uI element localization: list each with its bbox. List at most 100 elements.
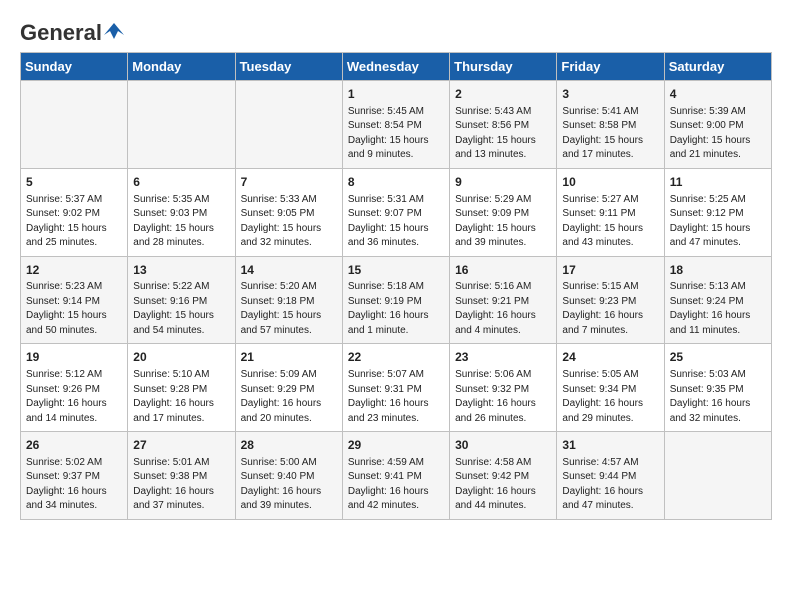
col-header-thursday: Thursday xyxy=(450,53,557,81)
day-number: 29 xyxy=(348,437,444,454)
calendar-cell: 22Sunrise: 5:07 AM Sunset: 9:31 PM Dayli… xyxy=(342,344,449,432)
calendar-cell: 7 Sunrise: 5:33 AM Sunset: 9:05 PM Daylig… xyxy=(235,168,342,256)
day-number: 30 xyxy=(455,437,551,454)
calendar-cell: 1Sunrise: 5:45 AM Sunset: 8:54 PM Daylig… xyxy=(342,81,449,169)
page-header: General xyxy=(20,20,772,42)
col-header-friday: Friday xyxy=(557,53,664,81)
calendar-cell: 23 Sunrise: 5:06 AM Sunset: 9:32 PM Dayli… xyxy=(450,344,557,432)
calendar-cell: 21 Sunrise: 5:09 AM Sunset: 9:29 PM Dayli… xyxy=(235,344,342,432)
day-info: Sunrise: 4:58 AM Sunset: 9:42 PM Dayligh… xyxy=(455,456,551,514)
calendar-cell: 20 Sunrise: 5:10 AM Sunset: 9:28 PM Dayli… xyxy=(128,344,235,432)
day-info: Sunrise: 5:35 AM Sunset: 9:03 PM Dayligh… xyxy=(133,193,229,251)
day-info: Sunrise: 5:13 AM Sunset: 9:24 PM Dayligh… xyxy=(670,280,766,338)
day-number: 23 xyxy=(455,349,551,366)
col-header-tuesday: Tuesday xyxy=(235,53,342,81)
calendar-table: SundayMondayTuesdayWednesdayThursdayFrid… xyxy=(20,52,772,520)
day-info: Sunrise: 5:05 AM Sunset: 9:34 PM Dayligh… xyxy=(562,368,658,426)
day-number: 11 xyxy=(670,174,766,191)
calendar-cell: 11 Sunrise: 5:25 AM Sunset: 9:12 PM Dayli… xyxy=(664,168,771,256)
calendar-cell xyxy=(235,81,342,169)
day-number: 20 xyxy=(133,349,229,366)
calendar-cell: 29 Sunrise: 4:59 AM Sunset: 9:41 PM Dayli… xyxy=(342,432,449,520)
calendar-cell: 6 Sunrise: 5:35 AM Sunset: 9:03 PM Daylig… xyxy=(128,168,235,256)
day-number: 10 xyxy=(562,174,658,191)
day-info: Sunrise: 5:43 AM Sunset: 8:56 PM Dayligh… xyxy=(455,105,551,163)
day-number: 24 xyxy=(562,349,658,366)
calendar-cell: 24 Sunrise: 5:05 AM Sunset: 9:34 PM Dayli… xyxy=(557,344,664,432)
day-number: 26 xyxy=(26,437,122,454)
day-number: 15 xyxy=(348,262,444,279)
day-number: 6 xyxy=(133,174,229,191)
calendar-cell: 15Sunrise: 5:18 AM Sunset: 9:19 PM Dayli… xyxy=(342,256,449,344)
calendar-cell: 3Sunrise: 5:41 AM Sunset: 8:58 PM Daylig… xyxy=(557,81,664,169)
day-number: 19 xyxy=(26,349,122,366)
day-number: 16 xyxy=(455,262,551,279)
day-info: Sunrise: 5:01 AM Sunset: 9:38 PM Dayligh… xyxy=(133,456,229,514)
calendar-cell: 12Sunrise: 5:23 AM Sunset: 9:14 PM Dayli… xyxy=(21,256,128,344)
logo-general-text: General xyxy=(20,20,102,46)
day-number: 14 xyxy=(241,262,337,279)
day-info: Sunrise: 5:33 AM Sunset: 9:05 PM Dayligh… xyxy=(241,193,337,251)
week-row: 19 Sunrise: 5:12 AM Sunset: 9:26 PM Dayli… xyxy=(21,344,772,432)
week-row: 1Sunrise: 5:45 AM Sunset: 8:54 PM Daylig… xyxy=(21,81,772,169)
day-info: Sunrise: 5:18 AM Sunset: 9:19 PM Dayligh… xyxy=(348,280,444,338)
day-info: Sunrise: 5:29 AM Sunset: 9:09 PM Dayligh… xyxy=(455,193,551,251)
day-number: 31 xyxy=(562,437,658,454)
day-number: 8 xyxy=(348,174,444,191)
day-number: 21 xyxy=(241,349,337,366)
header-row: SundayMondayTuesdayWednesdayThursdayFrid… xyxy=(21,53,772,81)
week-row: 5 Sunrise: 5:37 AM Sunset: 9:02 PM Daylig… xyxy=(21,168,772,256)
day-number: 1 xyxy=(348,86,444,103)
day-number: 28 xyxy=(241,437,337,454)
week-row: 12Sunrise: 5:23 AM Sunset: 9:14 PM Dayli… xyxy=(21,256,772,344)
logo: General xyxy=(20,20,124,42)
day-info: Sunrise: 4:57 AM Sunset: 9:44 PM Dayligh… xyxy=(562,456,658,514)
day-info: Sunrise: 5:09 AM Sunset: 9:29 PM Dayligh… xyxy=(241,368,337,426)
day-info: Sunrise: 5:12 AM Sunset: 9:26 PM Dayligh… xyxy=(26,368,122,426)
day-info: Sunrise: 5:39 AM Sunset: 9:00 PM Dayligh… xyxy=(670,105,766,163)
day-info: Sunrise: 5:02 AM Sunset: 9:37 PM Dayligh… xyxy=(26,456,122,514)
day-number: 7 xyxy=(241,174,337,191)
calendar-cell: 13Sunrise: 5:22 AM Sunset: 9:16 PM Dayli… xyxy=(128,256,235,344)
day-info: Sunrise: 4:59 AM Sunset: 9:41 PM Dayligh… xyxy=(348,456,444,514)
calendar-cell: 31 Sunrise: 4:57 AM Sunset: 9:44 PM Dayli… xyxy=(557,432,664,520)
day-info: Sunrise: 5:15 AM Sunset: 9:23 PM Dayligh… xyxy=(562,280,658,338)
calendar-cell: 26 Sunrise: 5:02 AM Sunset: 9:37 PM Dayli… xyxy=(21,432,128,520)
day-info: Sunrise: 5:22 AM Sunset: 9:16 PM Dayligh… xyxy=(133,280,229,338)
calendar-cell: 18Sunrise: 5:13 AM Sunset: 9:24 PM Dayli… xyxy=(664,256,771,344)
day-info: Sunrise: 5:06 AM Sunset: 9:32 PM Dayligh… xyxy=(455,368,551,426)
day-number: 13 xyxy=(133,262,229,279)
day-info: Sunrise: 5:23 AM Sunset: 9:14 PM Dayligh… xyxy=(26,280,122,338)
calendar-cell: 10 Sunrise: 5:27 AM Sunset: 9:11 PM Dayli… xyxy=(557,168,664,256)
day-number: 18 xyxy=(670,262,766,279)
calendar-cell: 16Sunrise: 5:16 AM Sunset: 9:21 PM Dayli… xyxy=(450,256,557,344)
calendar-cell xyxy=(21,81,128,169)
day-info: Sunrise: 5:37 AM Sunset: 9:02 PM Dayligh… xyxy=(26,193,122,251)
day-number: 17 xyxy=(562,262,658,279)
calendar-cell xyxy=(664,432,771,520)
day-number: 12 xyxy=(26,262,122,279)
calendar-cell: 4Sunrise: 5:39 AM Sunset: 9:00 PM Daylig… xyxy=(664,81,771,169)
calendar-cell: 8 Sunrise: 5:31 AM Sunset: 9:07 PM Daylig… xyxy=(342,168,449,256)
logo-bird-icon xyxy=(104,21,124,41)
day-info: Sunrise: 5:25 AM Sunset: 9:12 PM Dayligh… xyxy=(670,193,766,251)
col-header-monday: Monday xyxy=(128,53,235,81)
day-info: Sunrise: 5:10 AM Sunset: 9:28 PM Dayligh… xyxy=(133,368,229,426)
col-header-sunday: Sunday xyxy=(21,53,128,81)
day-info: Sunrise: 5:31 AM Sunset: 9:07 PM Dayligh… xyxy=(348,193,444,251)
calendar-cell: 5 Sunrise: 5:37 AM Sunset: 9:02 PM Daylig… xyxy=(21,168,128,256)
col-header-wednesday: Wednesday xyxy=(342,53,449,81)
week-row: 26 Sunrise: 5:02 AM Sunset: 9:37 PM Dayli… xyxy=(21,432,772,520)
day-info: Sunrise: 5:16 AM Sunset: 9:21 PM Dayligh… xyxy=(455,280,551,338)
calendar-cell: 14Sunrise: 5:20 AM Sunset: 9:18 PM Dayli… xyxy=(235,256,342,344)
day-number: 2 xyxy=(455,86,551,103)
day-info: Sunrise: 5:27 AM Sunset: 9:11 PM Dayligh… xyxy=(562,193,658,251)
calendar-cell: 27 Sunrise: 5:01 AM Sunset: 9:38 PM Dayli… xyxy=(128,432,235,520)
day-number: 27 xyxy=(133,437,229,454)
day-number: 5 xyxy=(26,174,122,191)
day-info: Sunrise: 5:07 AM Sunset: 9:31 PM Dayligh… xyxy=(348,368,444,426)
calendar-cell: 17Sunrise: 5:15 AM Sunset: 9:23 PM Dayli… xyxy=(557,256,664,344)
calendar-cell: 2 Sunrise: 5:43 AM Sunset: 8:56 PM Daylig… xyxy=(450,81,557,169)
calendar-cell: 28Sunrise: 5:00 AM Sunset: 9:40 PM Dayli… xyxy=(235,432,342,520)
day-number: 25 xyxy=(670,349,766,366)
